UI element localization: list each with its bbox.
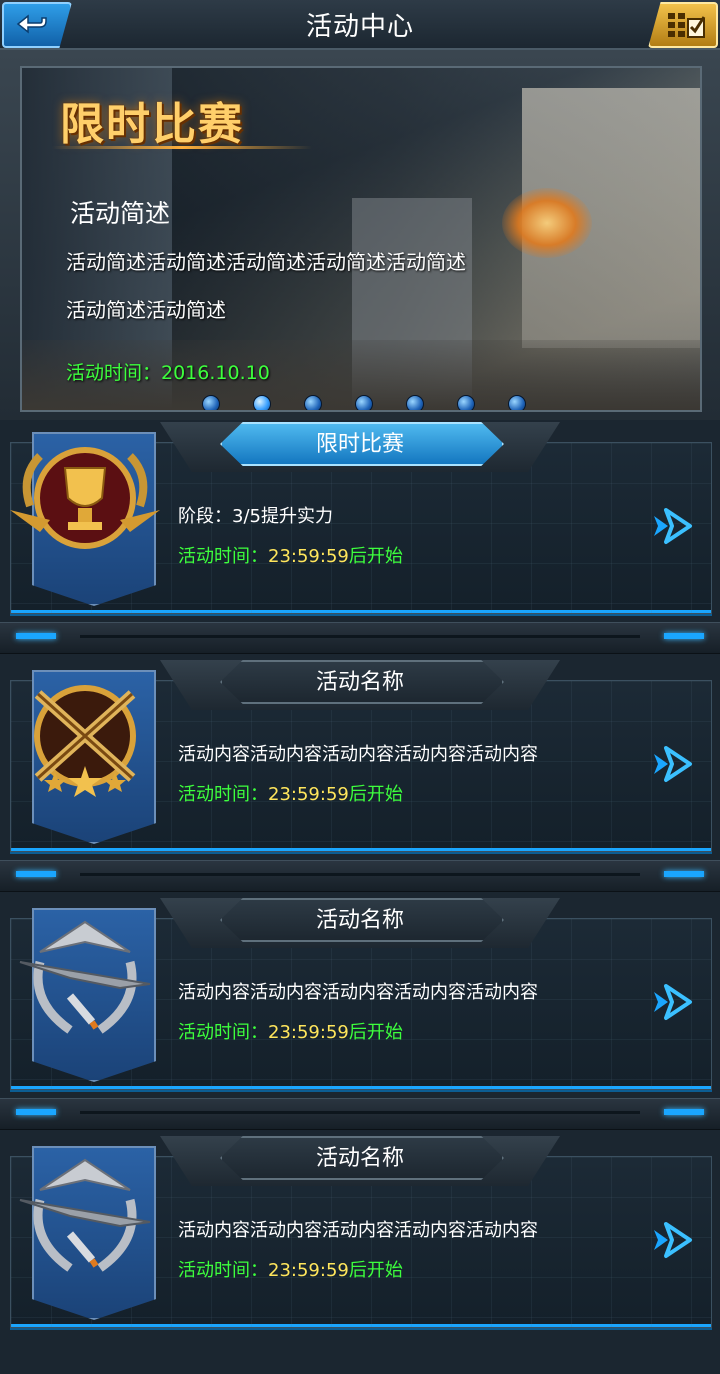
divider-light-right [664, 633, 704, 639]
jet-wreath-medal-icon [19, 920, 151, 1034]
page-dot[interactable] [202, 395, 220, 410]
divider-rail [80, 1111, 640, 1114]
page-dot[interactable] [457, 395, 475, 410]
go-arrow-icon[interactable] [650, 740, 698, 788]
banner-description-line: 活动简述活动简述 [66, 298, 226, 322]
checklist-grid-icon [668, 13, 706, 38]
event-content: 活动内容活动内容活动内容活动内容活动内容 [178, 982, 538, 1003]
banner-page-indicator[interactable] [202, 395, 559, 410]
event-time: 活动时间：23:59:59后开始 [178, 1256, 403, 1282]
event-name: 活动名称 [315, 1146, 404, 1171]
go-arrow-icon[interactable] [650, 502, 698, 550]
divider-rail [80, 873, 640, 876]
event-time: 活动时间：23:59:59后开始 [178, 1018, 403, 1044]
jet-wreath-medal-icon [19, 1158, 151, 1272]
page-dot[interactable] [355, 395, 373, 410]
event-card[interactable]: 活动名称 活动内容活动内容活动内容活动内容活动内容 活动时间：23:59:59后… [0, 1136, 720, 1374]
divider-light-left [16, 1109, 56, 1115]
event-time-label: 活动时间： [178, 546, 268, 567]
divider-light-left [16, 633, 56, 639]
event-name: 活动名称 [315, 908, 404, 933]
divider-rail [80, 635, 640, 638]
banner-art-explosion [502, 188, 592, 258]
card-divider [0, 622, 720, 654]
page-title: 活动中心 [305, 12, 414, 42]
go-arrow-icon[interactable] [650, 1216, 698, 1264]
event-time-label: 活动时间： [178, 1022, 268, 1043]
event-countdown: 23:59:59 [268, 784, 349, 805]
page-dot[interactable] [253, 395, 271, 410]
banner-event-title: 限时比赛 [60, 99, 244, 150]
banner-title-streak [52, 146, 312, 149]
banner-event-time: 活动时间：2016.10.10 [66, 362, 270, 384]
banner-description-heading: 活动简述 [70, 199, 171, 228]
crossed-rifles-medal-icon [34, 685, 136, 797]
event-content: 活动内容活动内容活动内容活动内容活动内容 [178, 744, 538, 765]
featured-banner[interactable]: 限时比赛 活动简述 活动简述活动简述活动简述活动简述活动简述 活动简述活动简述 … [20, 66, 702, 412]
page-dot[interactable] [304, 395, 322, 410]
event-name: 活动名称 [315, 670, 404, 695]
card-divider [0, 1098, 720, 1130]
divider-light-right [664, 1109, 704, 1115]
divider-light-left [16, 871, 56, 877]
featured-banner-frame: 限时比赛 活动简述 活动简述活动简述活动简述活动简述活动简述 活动简述活动简述 … [0, 50, 720, 420]
event-time-suffix: 后开始 [348, 546, 403, 567]
event-countdown: 23:59:59 [268, 546, 349, 567]
event-time-suffix: 后开始 [348, 784, 403, 805]
event-countdown: 23:59:59 [268, 1260, 349, 1281]
banner-description-line: 活动简述活动简述活动简述活动简述活动简述 [66, 250, 466, 274]
event-time-suffix: 后开始 [348, 1260, 403, 1281]
top-bar: 活动中心 [0, 0, 720, 50]
divider-light-right [664, 871, 704, 877]
event-name: 限时比赛 [315, 432, 404, 457]
page-dot[interactable] [508, 395, 526, 410]
event-time-label: 活动时间： [178, 1260, 268, 1281]
event-time: 活动时间：23:59:59后开始 [178, 542, 403, 568]
event-time-label: 活动时间： [178, 784, 268, 805]
go-arrow-icon[interactable] [650, 978, 698, 1026]
event-time-suffix: 后开始 [348, 1022, 403, 1043]
trophy-medal-icon [10, 447, 160, 549]
event-time: 活动时间：23:59:59后开始 [178, 780, 403, 806]
event-content: 阶段：3/5提升实力 [178, 506, 333, 527]
event-countdown: 23:59:59 [268, 1022, 349, 1043]
card-divider [0, 860, 720, 892]
event-content: 活动内容活动内容活动内容活动内容活动内容 [178, 1220, 538, 1241]
page-dot[interactable] [406, 395, 424, 410]
